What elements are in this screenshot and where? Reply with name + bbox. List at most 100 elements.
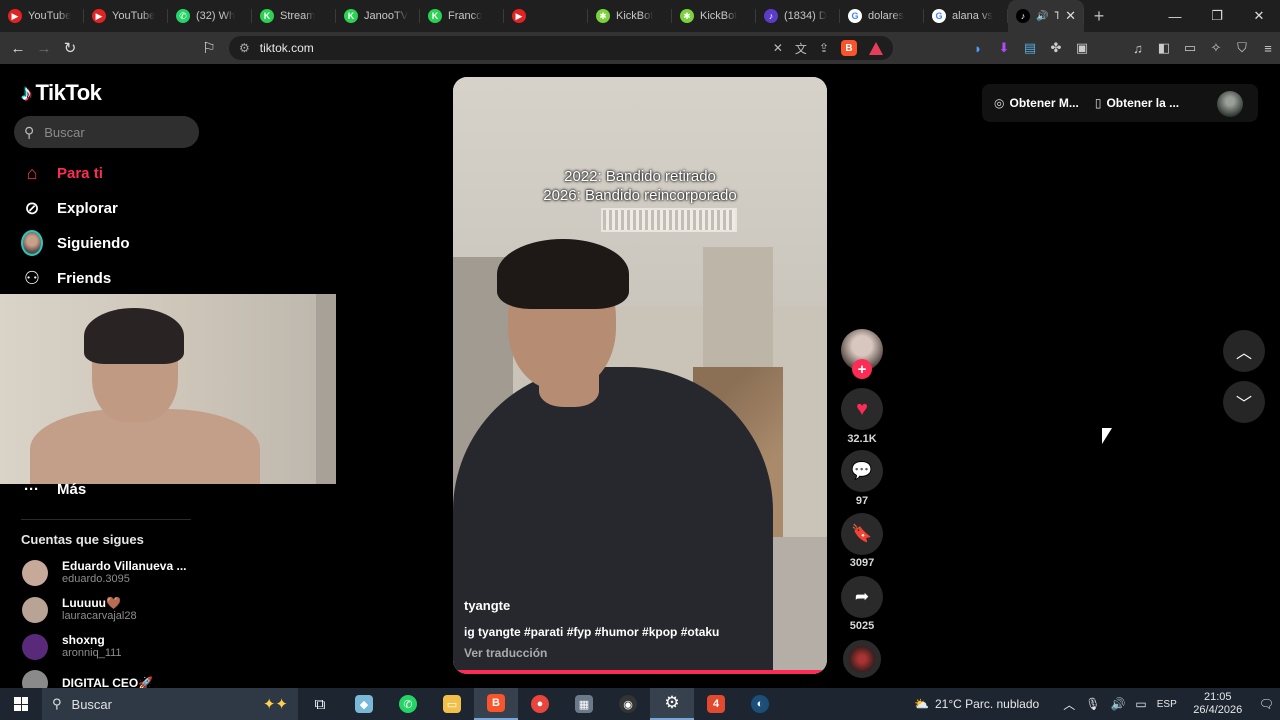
wallet-icon[interactable]: ▭ (1182, 40, 1198, 56)
browser-tab[interactable]: ✆ (32) Wh (168, 0, 252, 32)
save-button[interactable]: 🔖 (841, 513, 883, 555)
sidebar-divider (21, 519, 191, 520)
sidebar-item-para-ti[interactable]: ⌂ Para ti (21, 162, 103, 184)
reload-button[interactable]: ↻ (57, 35, 83, 61)
clock[interactable]: 21:05 26/4/2026 (1187, 691, 1249, 717)
menu-icon[interactable]: ≡ (1260, 41, 1276, 56)
caption-line: 2026: Bandido reincorporado (543, 187, 737, 204)
video-author[interactable]: tyangte (464, 598, 510, 613)
sidebar-icon[interactable]: ◧ (1156, 40, 1172, 56)
account-name: Eduardo Villanueva ... (62, 559, 187, 573)
sidebar-item-explorar[interactable]: ⊘ Explorar (21, 197, 117, 219)
close-tab-icon[interactable]: ✕ (1065, 8, 1076, 24)
follow-plus-button[interactable]: + (852, 359, 872, 379)
download-extension-icon[interactable]: ⬇ (996, 40, 1012, 56)
comment-button[interactable]: 💬 (841, 450, 883, 492)
chrome-taskbar-button[interactable]: ● (518, 688, 562, 720)
network-icon[interactable]: ▭ (1135, 697, 1146, 711)
notifications-icon[interactable]: 🗨 (1259, 697, 1274, 711)
followed-account[interactable]: Eduardo Villanueva ... eduardo.3095 (22, 560, 186, 586)
browser-tab[interactable]: Gdolares (840, 0, 924, 32)
brave-taskbar-button[interactable]: B (474, 688, 518, 720)
translate-icon[interactable]: 文 (795, 40, 807, 57)
chevron-up-icon[interactable]: ︿ (1063, 696, 1075, 713)
followed-account[interactable]: shoxng aronniq_111 (22, 634, 122, 660)
start-button[interactable] (0, 688, 42, 720)
address-bar[interactable]: ⚙ tiktok.com ✕ 文 ⇪ B (229, 36, 893, 60)
taskbar-search-placeholder: Buscar (71, 696, 112, 712)
browser-tab[interactable]: ▶ (504, 0, 588, 32)
brave-rewards-icon[interactable] (869, 41, 883, 55)
back-button[interactable]: ← (5, 35, 31, 61)
taskbar-app[interactable]: ◆ (342, 688, 386, 720)
weather-widget[interactable]: ⛅ 21°C Parc. nublado (914, 697, 1039, 711)
more-label: Más (57, 481, 87, 498)
share-icon[interactable]: ⇪ (819, 41, 829, 55)
microphone-icon[interactable]: 🎙 (1085, 697, 1100, 711)
file-explorer-button[interactable]: ▭ (430, 688, 474, 720)
browser-tab[interactable]: Galana vs (924, 0, 1008, 32)
puzzle-icon[interactable]: ✤ (1048, 40, 1064, 56)
new-tab-button[interactable]: + (1084, 6, 1114, 27)
extension-icon[interactable]: ▤ (1022, 40, 1038, 56)
browser-tab[interactable]: K Franco (420, 0, 504, 32)
weather-text: 21°C Parc. nublado (935, 697, 1040, 711)
previous-video-button[interactable]: ︿ (1223, 330, 1265, 372)
language-indicator[interactable]: ESP (1157, 699, 1177, 710)
no-translate-icon[interactable]: ✕ (773, 41, 783, 55)
see-translation-link[interactable]: Ver traducción (464, 646, 547, 660)
music-disc[interactable] (843, 640, 881, 678)
extension-icon[interactable]: ▣ (1074, 40, 1090, 56)
leo-ai-icon[interactable]: ✧ (1208, 40, 1224, 56)
sidebar-item-friends[interactable]: ⚇ Friends (21, 267, 111, 289)
vpn-icon[interactable]: ⛉ (1234, 40, 1250, 56)
followed-account[interactable]: Luuuuu🤎 lauracarvajal28 (22, 597, 137, 623)
tab-tiktok-active[interactable]: ♪ 🔊 T ✕ (1008, 0, 1084, 32)
browser-tab[interactable]: ✱ KickBot (588, 0, 672, 32)
tiktok-logo[interactable]: ♪ TikTok (21, 80, 102, 106)
weather-icon: ⛅ (914, 697, 929, 711)
get-app-button[interactable]: ▯ Obtener la ... (1095, 96, 1179, 110)
browser-tab[interactable]: K Stream (252, 0, 336, 32)
calculator-button[interactable]: ▦ (562, 688, 606, 720)
media-icon[interactable]: ♫ (1130, 41, 1146, 56)
window-controls: — ❐ ✕ (1154, 0, 1280, 32)
sidebar-item-more[interactable]: ··· Más (24, 481, 86, 498)
steam-taskbar-button[interactable]: ◐ (738, 688, 782, 720)
browser-tab[interactable]: ♪ (1834) D (756, 0, 840, 32)
whatsapp-taskbar-button[interactable]: ✆ (386, 688, 430, 720)
like-button[interactable]: ♥ (841, 388, 883, 430)
settings-taskbar-button[interactable]: ⚙ (650, 688, 694, 720)
speaker-icon[interactable]: 🔊 (1036, 11, 1048, 22)
forward-button[interactable]: → (31, 35, 57, 61)
brave-shields-icon[interactable]: B (841, 40, 857, 56)
kickbot-icon: ✱ (596, 9, 610, 23)
extension-icon[interactable]: ◗ (970, 41, 986, 56)
bookmark-icon[interactable]: ⚐ (196, 35, 222, 61)
search-input[interactable]: ⚲ Buscar (14, 116, 199, 148)
video-progress-bar[interactable] (453, 670, 827, 674)
share-button[interactable]: ➦ (841, 576, 883, 618)
profile-avatar[interactable] (1217, 91, 1243, 117)
maximize-button[interactable]: ❐ (1196, 0, 1238, 32)
volume-icon[interactable]: 🔊 (1110, 697, 1125, 711)
browser-tab[interactable]: ✱ KickBot (672, 0, 756, 32)
browser-tab[interactable]: ▶ YouTube (84, 0, 168, 32)
browser-tab[interactable]: ▶ YouTube (0, 0, 84, 32)
video-player[interactable]: 2022: Bandido retirado 2026: Bandido rei… (453, 77, 827, 674)
save-count: 3097 (849, 557, 875, 569)
obs-taskbar-button[interactable]: ◉ (606, 688, 650, 720)
task-view-button[interactable]: ⧉ (298, 688, 342, 720)
taskbar-app[interactable]: 4 (694, 688, 738, 720)
next-video-button[interactable]: ﹀ (1223, 381, 1265, 423)
tab-title: (32) Wh (196, 10, 236, 22)
minimize-button[interactable]: — (1154, 0, 1196, 32)
video-description[interactable]: ig tyangte #parati #fyp #humor #kpop #ot… (464, 625, 719, 639)
site-info-icon[interactable]: ⚙ (239, 41, 250, 55)
clock-date: 26/4/2026 (1193, 704, 1243, 716)
close-window-button[interactable]: ✕ (1238, 0, 1280, 32)
taskbar-search[interactable]: ⚲ Buscar ✦✦ (42, 688, 298, 720)
sidebar-item-siguiendo[interactable]: Siguiendo (21, 230, 130, 256)
get-coins-button[interactable]: ◎ Obtener M... (994, 96, 1079, 110)
browser-tab[interactable]: K JanooTV (336, 0, 420, 32)
